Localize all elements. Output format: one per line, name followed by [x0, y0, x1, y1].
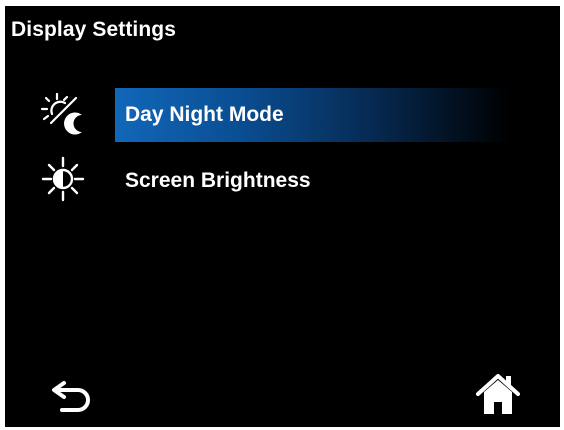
menu-item-label: Day Night Mode [125, 103, 284, 126]
back-arrow-icon [52, 381, 90, 412]
home-button[interactable] [475, 372, 521, 416]
brightness-icon [38, 154, 88, 204]
menu-item-day-night-mode[interactable]: Day Night Mode [115, 88, 510, 142]
home-icon [476, 374, 520, 414]
day-night-icon [38, 88, 88, 138]
back-button[interactable] [50, 378, 94, 414]
page-title: Display Settings [11, 18, 176, 41]
menu-item-label: Screen Brightness [125, 169, 311, 192]
display-settings-screen: Display Settings Day Night Mode Screen B… [5, 6, 560, 427]
menu-item-screen-brightness[interactable]: Screen Brightness [115, 154, 510, 208]
